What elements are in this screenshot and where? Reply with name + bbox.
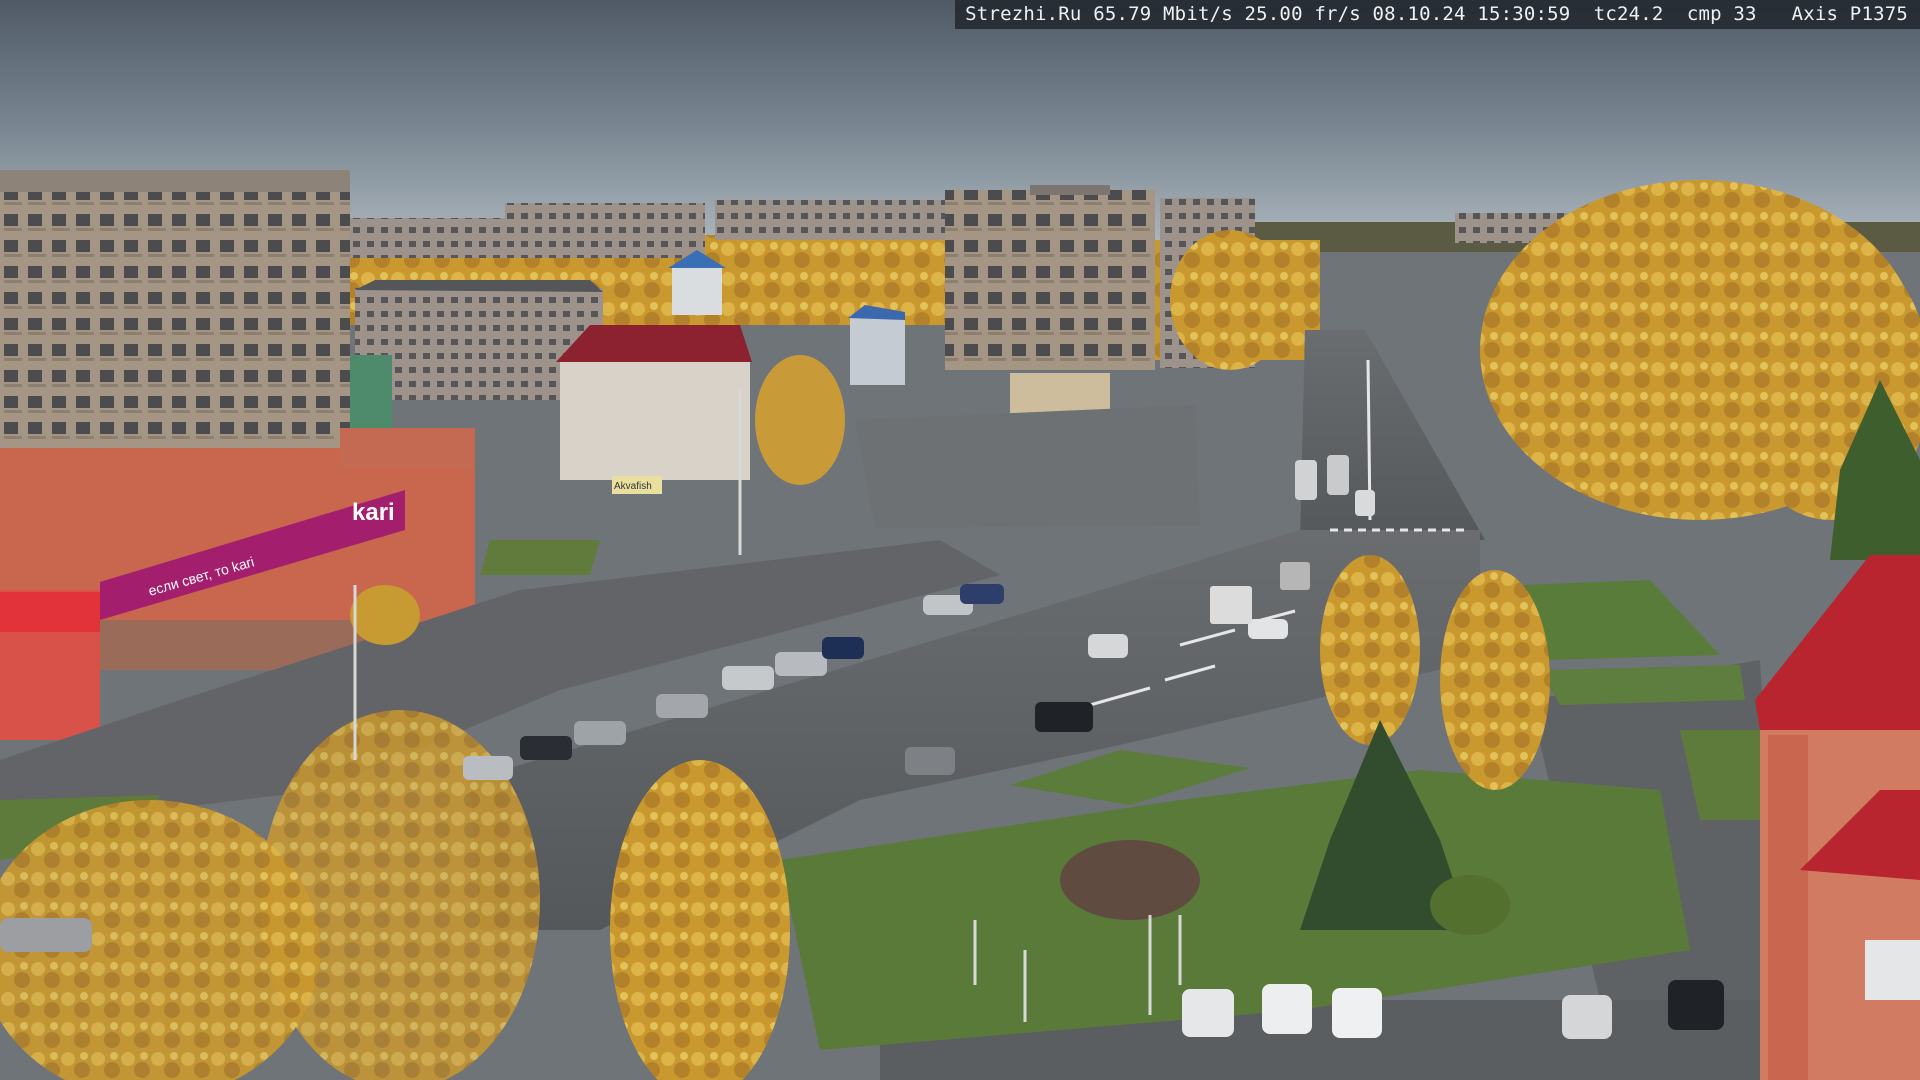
car bbox=[520, 736, 572, 760]
car bbox=[775, 652, 827, 676]
overlay-model: Axis P1375 bbox=[1791, 3, 1908, 25]
car bbox=[1182, 989, 1234, 1037]
car bbox=[1088, 634, 1128, 658]
car bbox=[1295, 460, 1317, 500]
webcam-scene: kari если свет, то kari bbox=[0, 0, 1920, 1080]
autumn-tree-mid bbox=[755, 355, 845, 485]
green-house bbox=[350, 355, 392, 430]
car bbox=[574, 721, 626, 745]
lawn-right-upper bbox=[1520, 580, 1720, 660]
truck bbox=[1280, 562, 1310, 590]
corner-building-tower bbox=[1768, 735, 1808, 1080]
corner-building-roof bbox=[1755, 555, 1920, 730]
red-roof bbox=[556, 325, 752, 362]
building-red-roof-house bbox=[560, 360, 750, 480]
car bbox=[1327, 455, 1349, 495]
overlay-bitrate: 65.79 Mbit/s bbox=[1093, 3, 1233, 25]
building-gray-roof bbox=[355, 280, 603, 292]
distant-building bbox=[350, 218, 510, 258]
foreground-birch bbox=[1320, 555, 1420, 745]
bushes bbox=[1430, 875, 1510, 935]
distant-building bbox=[715, 200, 945, 240]
autumn-tree-mid bbox=[1170, 230, 1290, 370]
car bbox=[1668, 980, 1724, 1030]
apartment-block-left-roof bbox=[0, 170, 350, 192]
blue-tower bbox=[672, 265, 722, 315]
car bbox=[1248, 619, 1288, 639]
lawn-store bbox=[480, 540, 600, 575]
corner-building-window bbox=[1865, 940, 1920, 1000]
store-red-corner-band bbox=[0, 592, 100, 632]
central-tower-roof bbox=[1030, 185, 1110, 195]
beige-building bbox=[1010, 373, 1110, 413]
car bbox=[1562, 995, 1612, 1039]
bushes bbox=[1060, 840, 1200, 920]
small-blue-building bbox=[850, 315, 905, 385]
overlay-cmp: cmp 33 bbox=[1686, 3, 1757, 25]
overlay-framerate: 25.00 fr/s bbox=[1244, 3, 1361, 25]
car bbox=[960, 584, 1004, 604]
overlay-time: 15:30:59 bbox=[1477, 3, 1571, 25]
foreground-birch bbox=[1440, 570, 1550, 790]
central-tower bbox=[945, 190, 1155, 370]
square-upper bbox=[855, 405, 1200, 528]
car bbox=[1262, 984, 1312, 1034]
car bbox=[905, 747, 955, 775]
car bbox=[822, 637, 864, 659]
truck bbox=[1210, 586, 1252, 624]
lawn-right-mid bbox=[1540, 665, 1745, 705]
main-avenue bbox=[1300, 330, 1485, 540]
car bbox=[722, 666, 774, 690]
car bbox=[1332, 988, 1382, 1038]
overlay-site: Strezhi.Ru bbox=[965, 3, 1082, 25]
store-tree bbox=[350, 585, 420, 645]
distant-building bbox=[505, 203, 705, 258]
car bbox=[1355, 490, 1375, 516]
overlay-date: 08.10.24 bbox=[1372, 3, 1466, 25]
overlay-tc: tc24.2 bbox=[1593, 3, 1664, 25]
store-building-top bbox=[340, 428, 475, 468]
camera-info-overlay: Strezhi.Ru 65.79 Mbit/s 25.00 fr/s 08.10… bbox=[955, 0, 1920, 29]
car bbox=[463, 756, 513, 780]
car bbox=[1035, 702, 1093, 732]
store-logo-text: kari bbox=[352, 499, 395, 526]
car bbox=[656, 694, 708, 718]
car bbox=[0, 918, 92, 952]
